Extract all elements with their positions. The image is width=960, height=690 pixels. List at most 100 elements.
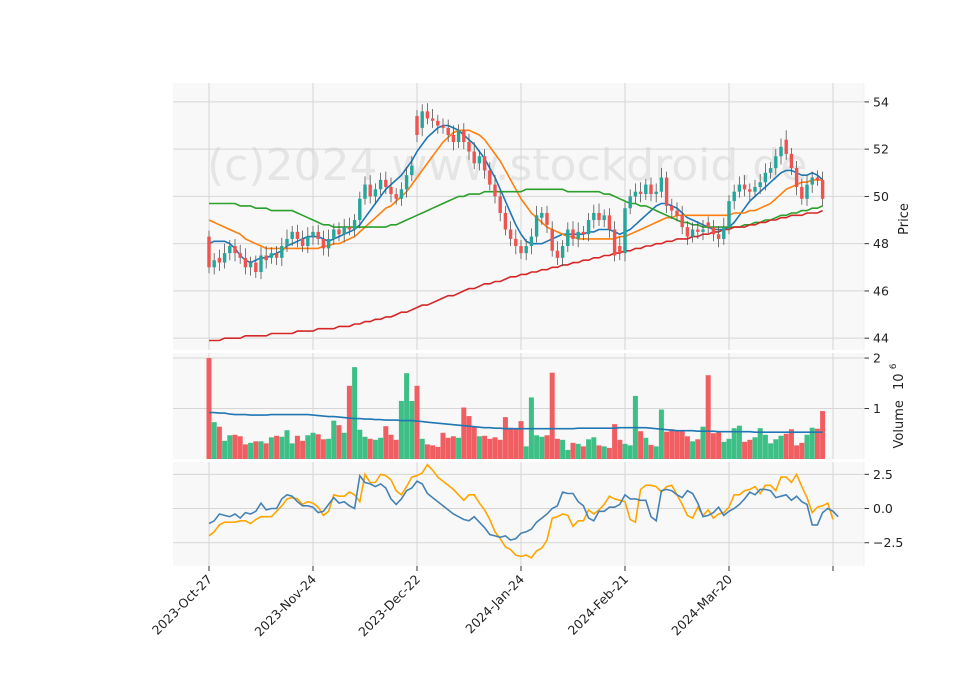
volume-bar	[440, 432, 446, 459]
volume-bar	[752, 437, 758, 459]
volume-bar	[814, 428, 820, 459]
candle-body	[430, 118, 435, 121]
volume-bar	[456, 437, 462, 459]
candle-body	[784, 139, 788, 154]
candle-body	[675, 210, 679, 216]
candle-body	[264, 255, 268, 261]
x-tick-label: 2024-Feb-21	[565, 572, 631, 638]
volume-bar	[362, 436, 368, 459]
candle-body	[410, 165, 414, 176]
volume-bar	[424, 444, 430, 459]
volume-bar	[289, 443, 295, 459]
candle-body	[217, 257, 222, 263]
candle-body	[477, 156, 482, 164]
candle-body	[540, 212, 544, 218]
volume-bar	[211, 422, 217, 459]
candle-body	[306, 236, 310, 247]
volume-bar	[310, 432, 316, 459]
candle-body	[654, 191, 658, 195]
candle-body	[451, 134, 456, 143]
candle-body	[737, 184, 742, 192]
volume-bar	[695, 439, 701, 459]
volume-bar	[466, 416, 472, 459]
candle-body	[389, 186, 393, 195]
candle-body	[358, 198, 362, 221]
candle-body	[378, 179, 383, 190]
volume-bar	[409, 400, 415, 459]
volume-bar	[487, 438, 493, 459]
volume-bar	[378, 437, 384, 459]
candle-body	[529, 236, 534, 247]
volume-bar	[736, 425, 742, 459]
volume-bar	[586, 439, 592, 459]
candle-body	[420, 111, 424, 128]
candle-body	[462, 130, 466, 143]
volume-bar	[237, 436, 243, 459]
price-y-tick-label: 44	[873, 331, 889, 346]
candle-body	[228, 246, 232, 254]
volume-bar	[268, 437, 274, 459]
volume-y-tick-label: 2	[873, 351, 881, 366]
candle-body	[394, 194, 398, 199]
candle-body	[690, 229, 695, 237]
x-tick-label: 2023-Nov-24	[251, 571, 319, 639]
volume-bar	[664, 431, 670, 459]
volume-bar	[705, 375, 711, 459]
candle-body	[254, 262, 258, 273]
volume-bar	[539, 436, 545, 459]
volume-bar	[523, 446, 529, 459]
volume-bar	[341, 432, 347, 459]
candle-body	[503, 212, 508, 230]
candle-body	[701, 229, 705, 232]
volume-bar	[591, 437, 597, 459]
candle-body	[456, 130, 461, 143]
watermark: (c)2024 www.stockdroid.de	[207, 140, 807, 191]
candle-body	[472, 151, 476, 164]
volume-bar	[305, 435, 311, 459]
candle-body	[207, 236, 211, 268]
candle-body	[446, 127, 450, 135]
candle-body	[524, 246, 528, 254]
x-tick-label: 2024-Mar-20	[668, 571, 735, 638]
oscillator-y-tick-label: −2.5	[873, 535, 903, 550]
candle-body	[368, 184, 372, 197]
price-y-tick-label: 46	[873, 283, 889, 298]
candle-body	[482, 156, 487, 171]
volume-bar	[294, 435, 300, 459]
volume-bar	[508, 427, 514, 459]
candle-body	[732, 191, 736, 202]
volume-bar	[747, 439, 753, 459]
volume-bar	[352, 367, 358, 459]
candle-body	[295, 231, 300, 239]
x-tick-label: 2023-Dec-22	[355, 572, 423, 640]
candle-body	[742, 184, 747, 190]
price-panel	[173, 83, 864, 350]
candle-body	[519, 246, 523, 254]
volume-bar	[404, 373, 410, 459]
oscillator-y-tick-label: 2.5	[873, 467, 893, 482]
volume-axis-exponent: 6	[889, 363, 899, 369]
volume-bar	[367, 438, 373, 459]
volume-bar	[326, 438, 332, 459]
volume-bar	[580, 446, 586, 459]
volume-bar	[357, 429, 363, 459]
candle-body	[768, 168, 773, 173]
volume-bar	[554, 438, 560, 459]
candle-body	[748, 189, 752, 192]
candle-body	[321, 238, 326, 249]
price-y-tick-label: 54	[873, 94, 889, 109]
candle-body	[820, 179, 825, 199]
volume-bar	[653, 446, 659, 459]
candle-body	[248, 262, 253, 268]
candle-body	[342, 227, 346, 235]
volume-bar	[612, 424, 618, 459]
volume-bar	[679, 431, 685, 459]
candle-body	[238, 253, 242, 258]
candle-body	[363, 184, 367, 199]
candle-body	[508, 229, 513, 239]
volume-bar	[263, 443, 269, 459]
candle-body	[612, 229, 617, 256]
candle-body	[794, 168, 799, 187]
candle-body	[436, 120, 440, 126]
candle-body	[332, 229, 336, 239]
